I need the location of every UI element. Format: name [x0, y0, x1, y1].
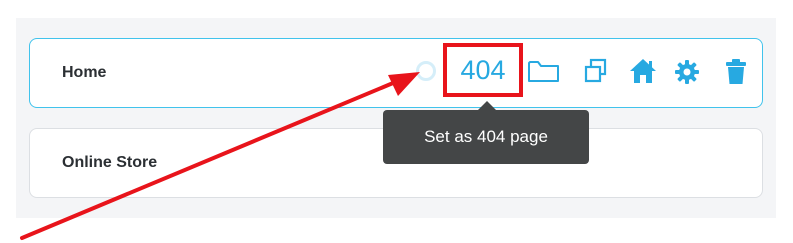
folder-icon[interactable] [527, 58, 561, 89]
set-404-page-button[interactable]: 404 [443, 43, 523, 97]
duplicate-icon[interactable] [583, 58, 609, 89]
gear-icon[interactable] [674, 59, 700, 90]
home-icon[interactable] [628, 57, 658, 90]
spinner-icon [416, 61, 436, 81]
trash-icon[interactable] [724, 58, 748, 91]
set-404-tooltip: Set as 404 page [383, 110, 589, 164]
page-row-label: Online Store [62, 154, 158, 171]
page-row-home[interactable]: Home 404 [29, 38, 763, 108]
page-row-label: Home [62, 64, 107, 81]
tooltip-pointer [478, 101, 496, 110]
